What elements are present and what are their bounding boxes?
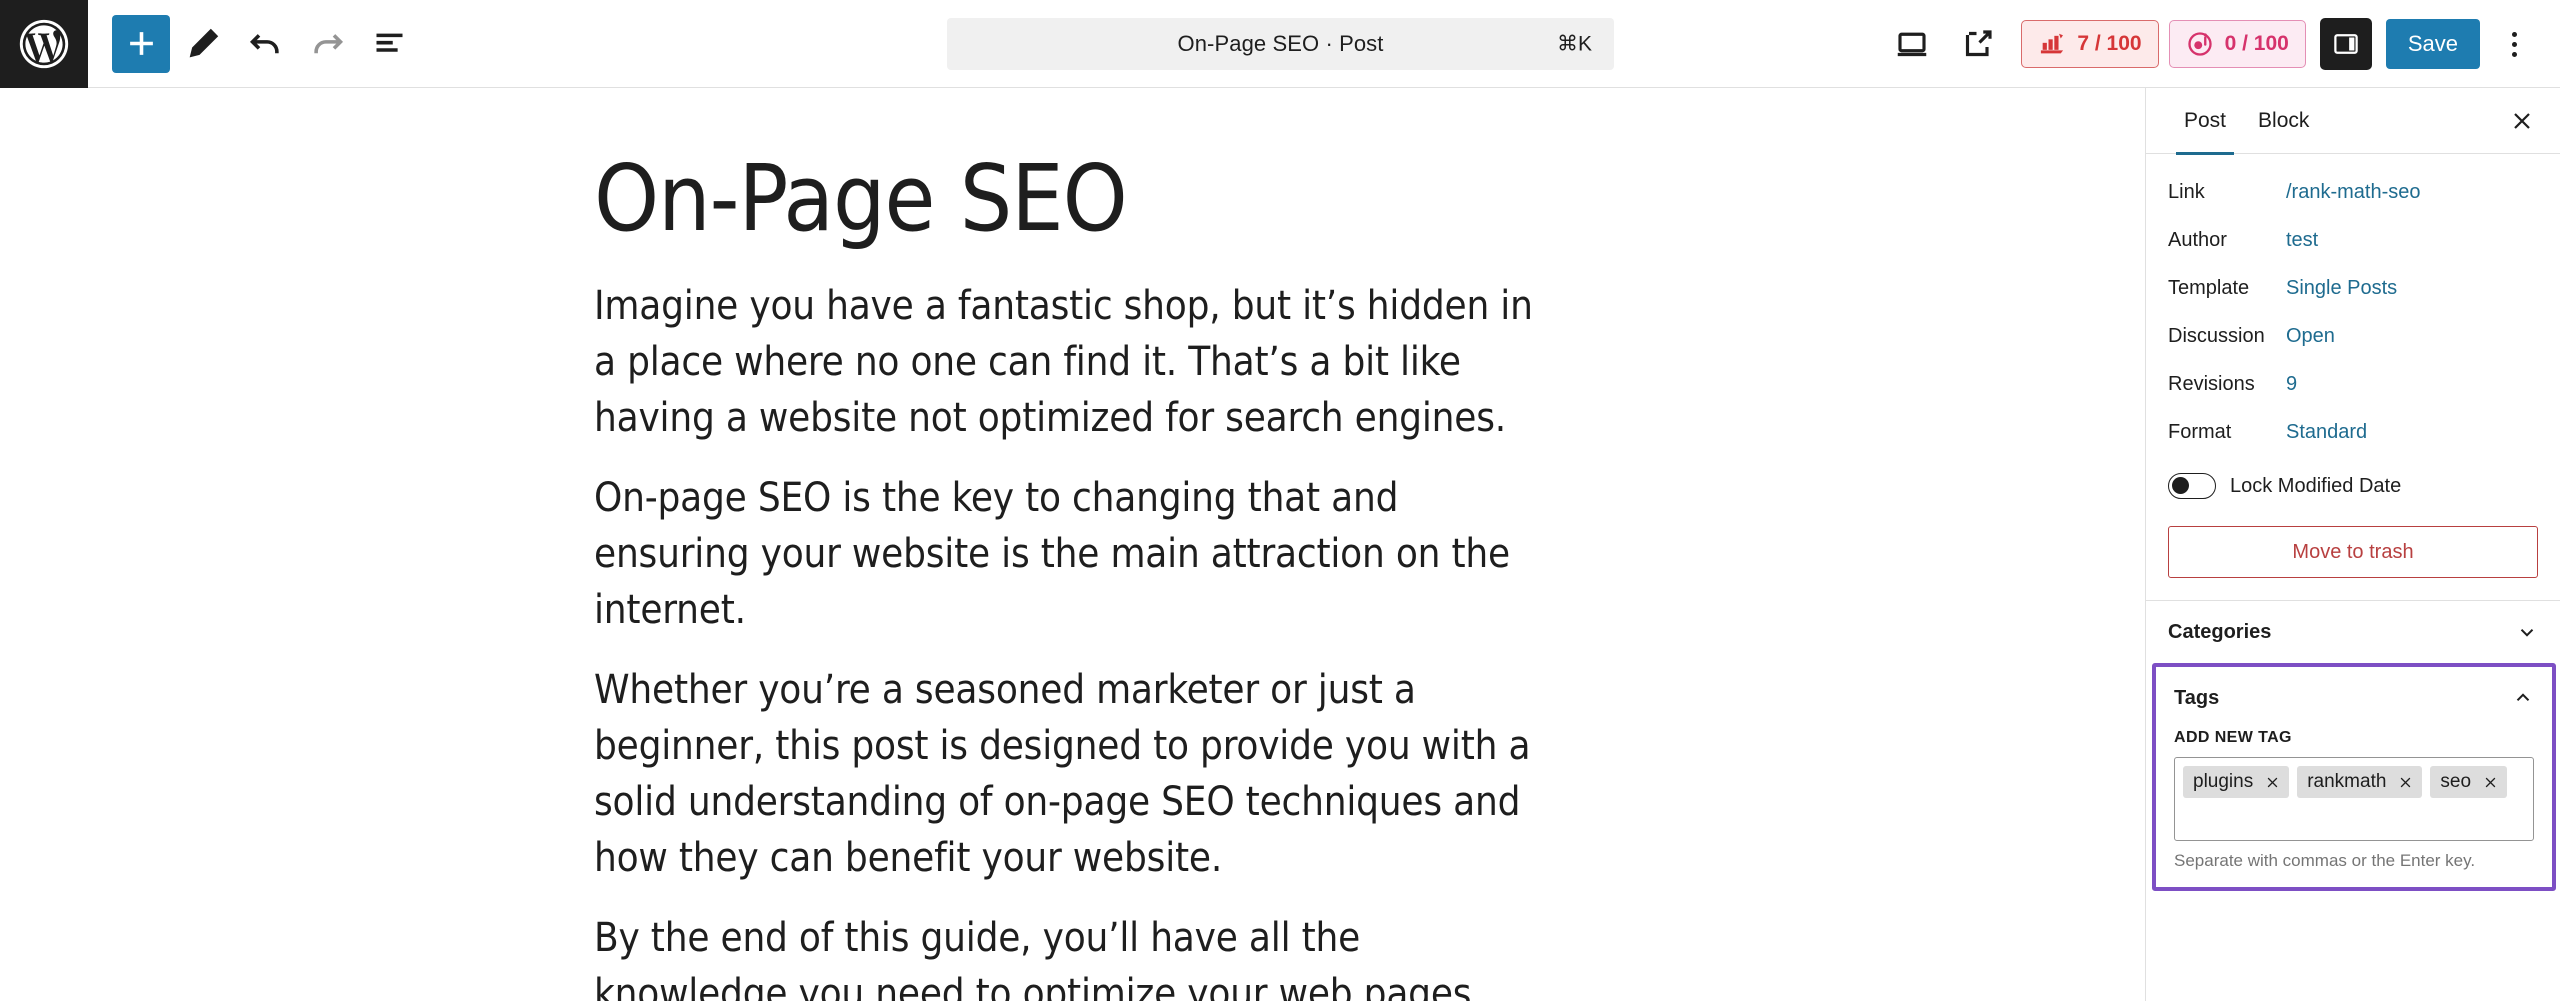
tags-panel-header[interactable]: Tags [2156,667,2552,729]
chevron-up-icon [2516,693,2530,702]
categories-panel-header[interactable]: Categories [2146,601,2560,663]
tags-token-input[interactable]: plugins rankmath seo [2174,757,2534,841]
categories-panel-title: Categories [2168,620,2272,643]
paragraph-block[interactable]: Whether you’re a seasoned marketer or ju… [594,662,1560,886]
content-ai-icon [2187,32,2212,56]
tag-token[interactable]: seo [2430,766,2508,798]
paragraph-block[interactable]: On-page SEO is the key to changing that … [594,470,1560,638]
close-sidebar-button[interactable] [2500,99,2544,143]
undo-button[interactable] [236,15,294,73]
sidebar-tabs: Post Block [2146,88,2560,155]
move-to-trash-button[interactable]: Move to trash [2168,526,2538,578]
external-link-icon [1966,30,1992,57]
sidebar-panel-icon [2334,34,2358,54]
meta-row-format: Format Standard [2168,408,2538,456]
tab-post[interactable]: Post [2168,88,2242,155]
settings-sidebar: Post Block Link /rank-math-seo Author te… [2145,88,2560,1001]
preview-device-button[interactable] [1883,15,1941,73]
save-button[interactable]: Save [2385,19,2480,69]
editor-canvas[interactable]: On-Page SEO Imagine you have a fantastic… [0,88,2145,1001]
dot [2511,31,2517,37]
tags-panel-body: ADD NEW TAG plugins rankmath seo Separat… [2156,729,2552,871]
tag-token[interactable]: plugins [2183,766,2290,798]
remove-tag-button[interactable] [2392,769,2418,795]
toggle-knob [2172,477,2189,494]
tags-panel: Tags ADD NEW TAG plugins rankmath seo Se… [2152,663,2556,891]
document-overview-button[interactable] [360,15,418,73]
dot [2511,41,2517,47]
tag-token-label: rankmath [2307,771,2387,792]
edit-tool-button[interactable] [174,15,232,73]
settings-sidebar-toggle[interactable] [2319,18,2372,70]
post-document: On-Page SEO Imagine you have a fantastic… [0,88,2145,1001]
rank-math-seo-score-button[interactable]: 7 / 100 [2021,20,2159,68]
wordpress-icon [19,19,69,68]
block-inserter-button[interactable] [112,14,170,73]
wordpress-logo-button[interactable] [0,0,88,88]
list-view-icon [376,33,402,52]
meta-row-author: Author test [2168,216,2538,264]
plus-icon [129,32,153,55]
toolbar-right-tools: 7 / 100 0 / 100 Save [1879,0,2560,88]
lock-modified-date-row: Lock Modified Date [2168,460,2538,512]
link-value-button[interactable]: /rank-math-seo [2286,181,2421,204]
seo-score-label: 7 / 100 [2077,32,2142,55]
post-meta-section: Link /rank-math-seo Author test Template… [2146,154,2560,512]
close-icon [2267,777,2278,787]
misspelled-word: optimize [1022,970,1177,1001]
close-icon [2485,777,2495,787]
editor-top-bar: On-Page SEO · Post ⌘K 7 / 100 0 / 100 Sa… [0,0,2560,88]
desktop-preview-icon [1898,32,1927,57]
document-title-label: On-Page SEO · Post [1177,31,1384,56]
options-menu-button[interactable] [2488,15,2540,73]
view-post-button[interactable] [1949,15,2007,73]
lock-modified-date-label: Lock Modified Date [2230,474,2402,497]
close-icon [2514,112,2530,129]
tag-token-label: plugins [2193,771,2254,792]
meta-label: Link [2168,180,2205,203]
meta-label: Discussion [2168,324,2265,347]
redo-icon [313,34,343,54]
post-content-blocks: Imagine you have a fantastic shop, but i… [594,278,1560,1001]
command-bar-inner[interactable]: On-Page SEO · Post ⌘K [947,18,1614,70]
lock-modified-date-toggle[interactable] [2168,473,2216,499]
meta-row-template: Template Single Posts [2168,264,2538,312]
paragraph-block[interactable]: Imagine you have a fantastic shop, but i… [594,278,1560,446]
redo-button[interactable] [298,15,356,73]
meta-label: Template [2168,276,2250,299]
tags-help-text: Separate with commas or the Enter key. [2174,851,2476,870]
remove-tag-button[interactable] [2477,769,2503,795]
command-bar[interactable]: On-Page SEO · Post ⌘K [947,18,1614,70]
tags-panel-title: Tags [2174,686,2220,709]
remove-tag-button[interactable] [2259,769,2285,795]
meta-row-discussion: Discussion Open [2168,312,2538,360]
content-ai-score-label: 0 / 100 [2224,32,2289,55]
undo-icon [249,34,279,54]
dot [2511,51,2517,57]
revisions-value-button[interactable]: 9 [2286,373,2297,396]
tag-token[interactable]: rankmath [2297,766,2423,798]
tag-token-label: seo [2440,771,2472,792]
post-title-field[interactable]: On-Page SEO [594,146,2145,252]
meta-label: Revisions [2168,372,2255,395]
pencil-icon [189,28,218,58]
meta-row-link: Link /rank-math-seo [2168,168,2538,216]
toolbar-left-tools [88,14,418,73]
meta-row-revisions: Revisions 9 [2168,360,2538,408]
add-new-tag-label: ADD NEW TAG [2174,729,2292,746]
author-value-button[interactable]: test [2286,229,2318,252]
command-shortcut-label: ⌘K [1556,32,1592,56]
rank-math-icon [2041,33,2064,54]
paragraph-block-with-spellcheck[interactable]: By the end of this guide, you’ll have al… [594,910,1560,1001]
meta-label: Format [2168,420,2232,443]
close-icon [2400,777,2411,787]
chevron-down-icon [2520,628,2534,637]
content-ai-score-button[interactable]: 0 / 100 [2168,20,2306,68]
template-value-button[interactable]: Single Posts [2286,277,2397,300]
discussion-value-button[interactable]: Open [2286,325,2335,348]
tab-block[interactable]: Block [2242,88,2325,154]
meta-label: Author [2168,228,2227,251]
format-value-button[interactable]: Standard [2286,421,2367,444]
